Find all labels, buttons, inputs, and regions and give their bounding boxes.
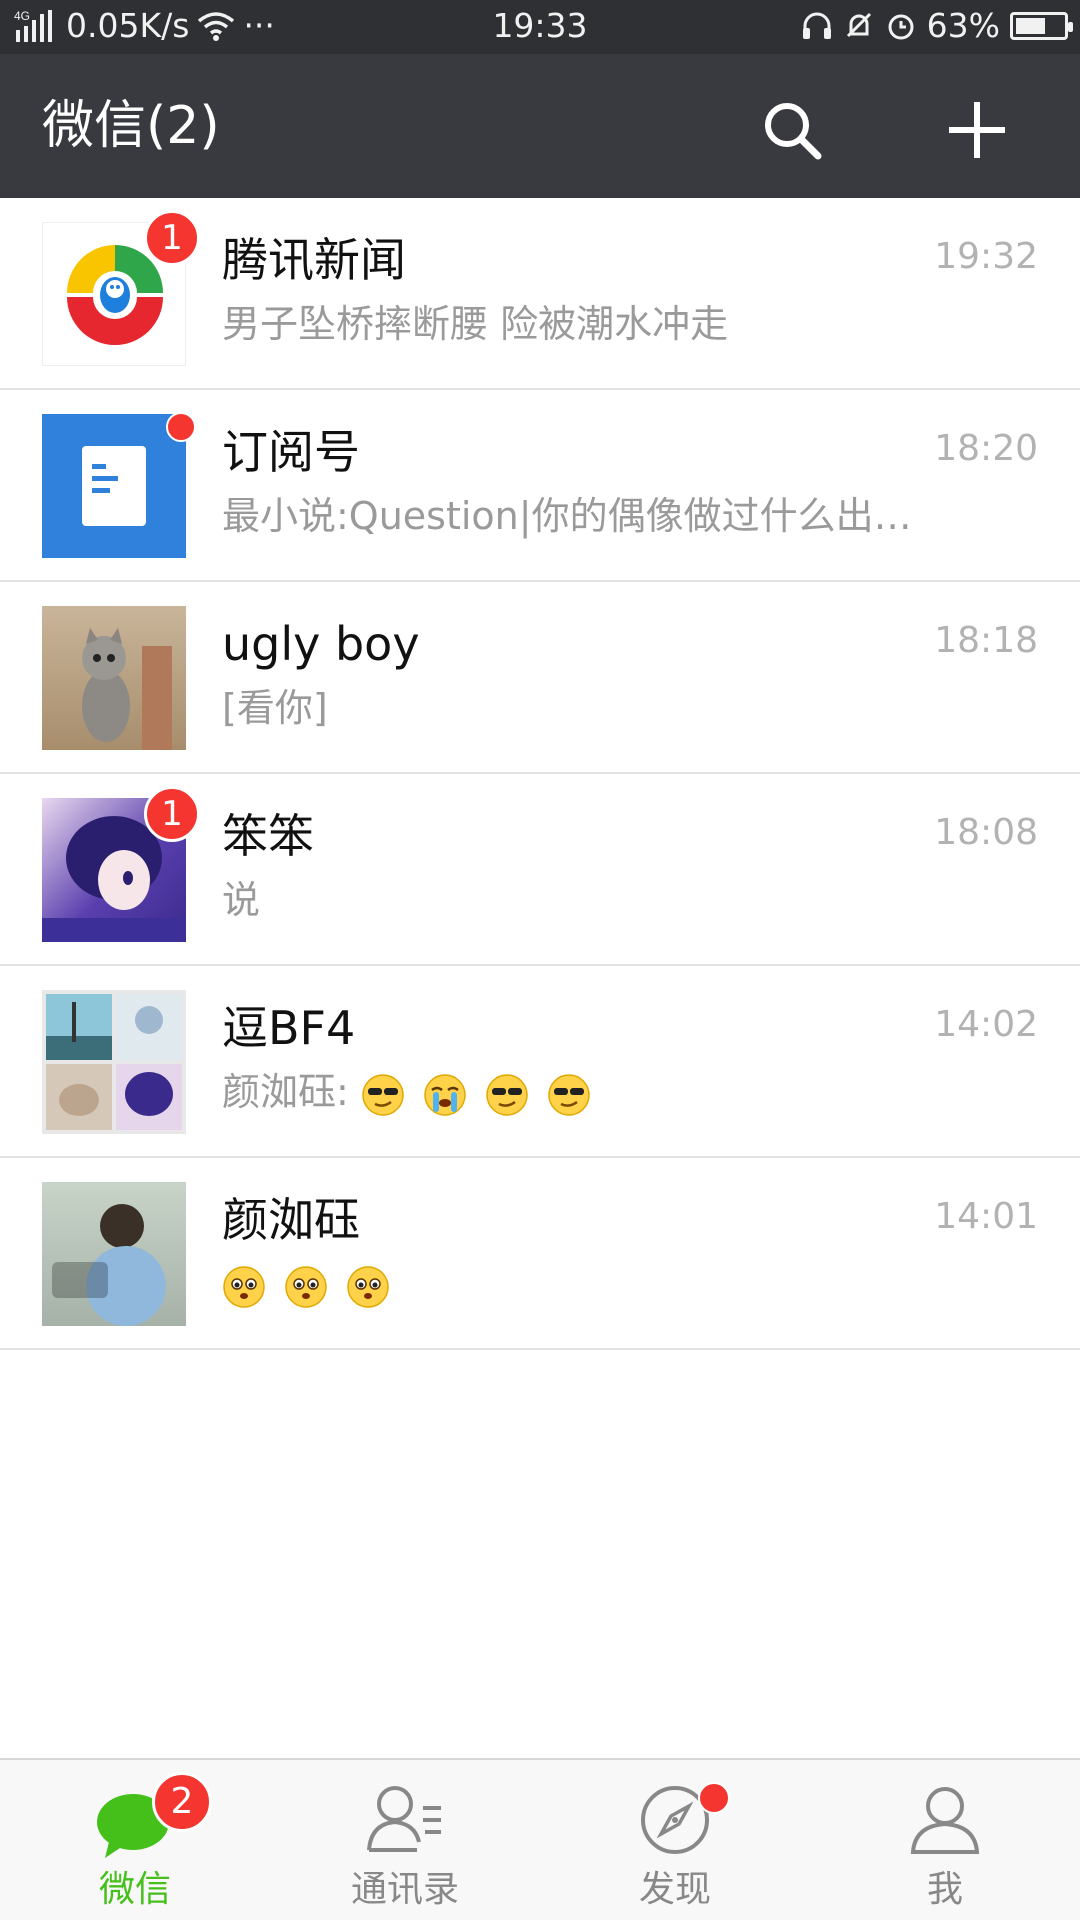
chat-name: 订阅号: [222, 425, 360, 479]
alarm-icon: [888, 14, 914, 39]
chat-preview: 男子坠桥摔断腰 险被潮水冲走: [222, 302, 729, 346]
document-icon: [82, 446, 146, 526]
ugly-boy-avatar: [42, 606, 186, 750]
tab-me[interactable]: 我: [810, 1760, 1080, 1922]
battery-percent: 63%: [926, 6, 1000, 45]
bell-muted-icon: [846, 12, 871, 37]
pleading-emoji-icon: [285, 1265, 327, 1308]
tab-label: 微信: [98, 1869, 171, 1910]
person-icon: [910, 1787, 980, 1854]
plus-icon: [949, 102, 1005, 158]
pleading-emoji-icon: [223, 1265, 265, 1308]
chat-name: ugly boy: [222, 617, 420, 671]
search-button[interactable]: [752, 90, 832, 170]
cool-emoji-icon: [548, 1073, 590, 1116]
chat-preview: [看你]: [222, 686, 328, 730]
chat-time: 19:32: [934, 236, 1038, 277]
preview-sender: 颜洳砡:: [222, 1070, 349, 1114]
contact-avatar: [42, 1182, 186, 1326]
chat-list: 1 腾讯新闻 男子坠桥摔断腰 险被潮水冲走 19:32 订阅号 最小说:Ques…: [0, 198, 1080, 1350]
add-button[interactable]: [937, 90, 1017, 170]
cool-emoji-icon: [486, 1073, 528, 1116]
search-icon: [765, 103, 822, 160]
chat-row[interactable]: 逗BF4 颜洳砡: 14:02: [0, 966, 1080, 1158]
chat-time: 14:01: [934, 1196, 1038, 1237]
tab-label: 我: [926, 1869, 963, 1910]
chat-name: 腾讯新闻: [222, 233, 406, 287]
app-header: 微信(2): [0, 54, 1080, 198]
group-collage-icon: [46, 994, 182, 1130]
contacts-icon: [367, 1786, 441, 1852]
cat-photo-icon: [82, 628, 172, 750]
subscriptions-avatar: [42, 414, 186, 558]
battery-icon: [1010, 11, 1073, 40]
tab-discover[interactable]: 发现: [540, 1760, 810, 1922]
chat-row[interactable]: 颜洳砡 14:01: [0, 1158, 1080, 1350]
tab-chats[interactable]: 2 微信: [0, 1760, 270, 1922]
chat-time: 18:20: [934, 428, 1038, 469]
tab-badge: 2: [152, 1772, 212, 1832]
chat-row[interactable]: 订阅号 最小说:Question|你的偶像做过什么出… 18:20: [0, 390, 1080, 582]
status-right: 63%: [801, 6, 1073, 45]
group-avatar: [42, 990, 186, 1134]
chat-name: 笨笨: [222, 809, 314, 863]
chat-time: 18:18: [934, 620, 1038, 661]
tab-contacts[interactable]: 通讯录: [270, 1760, 540, 1922]
battery-fill: [1016, 17, 1045, 34]
chat-time: 14:02: [934, 1004, 1038, 1045]
chat-name: 逗BF4: [222, 1001, 356, 1055]
bottom-tab-bar: 2 微信 通讯录 发现 我: [0, 1758, 1080, 1920]
chat-preview: 颜洳砡:: [222, 1064, 922, 1120]
chat-preview: [222, 1256, 922, 1312]
headphones-icon: [802, 12, 831, 39]
tab-label: 发现: [638, 1869, 711, 1910]
chat-time: 18:08: [934, 812, 1038, 853]
tab-label: 通讯录: [350, 1869, 459, 1910]
child-photo-icon: [52, 1204, 166, 1326]
status-bar: 4G 0.05K/s ··· 19:33 63%: [0, 0, 1080, 54]
chat-preview: 说: [222, 878, 261, 922]
chat-row[interactable]: 1 笨笨 说 18:08: [0, 774, 1080, 966]
cool-emoji-icon: [362, 1073, 404, 1116]
unread-badge: 1: [144, 786, 200, 842]
page-title: 微信(2): [42, 96, 220, 156]
chat-name: 颜洳砡: [222, 1193, 360, 1247]
chat-row[interactable]: ugly boy [看你] 18:18: [0, 582, 1080, 774]
pleading-emoji-icon: [347, 1265, 389, 1308]
tab-dot: [698, 1782, 730, 1814]
chat-preview: 最小说:Question|你的偶像做过什么出…: [222, 494, 912, 538]
unread-dot: [166, 412, 196, 442]
crying-emoji-icon: [424, 1073, 466, 1116]
chat-row[interactable]: 1 腾讯新闻 男子坠桥摔断腰 险被潮水冲走 19:32: [0, 198, 1080, 390]
unread-badge: 1: [144, 210, 200, 266]
